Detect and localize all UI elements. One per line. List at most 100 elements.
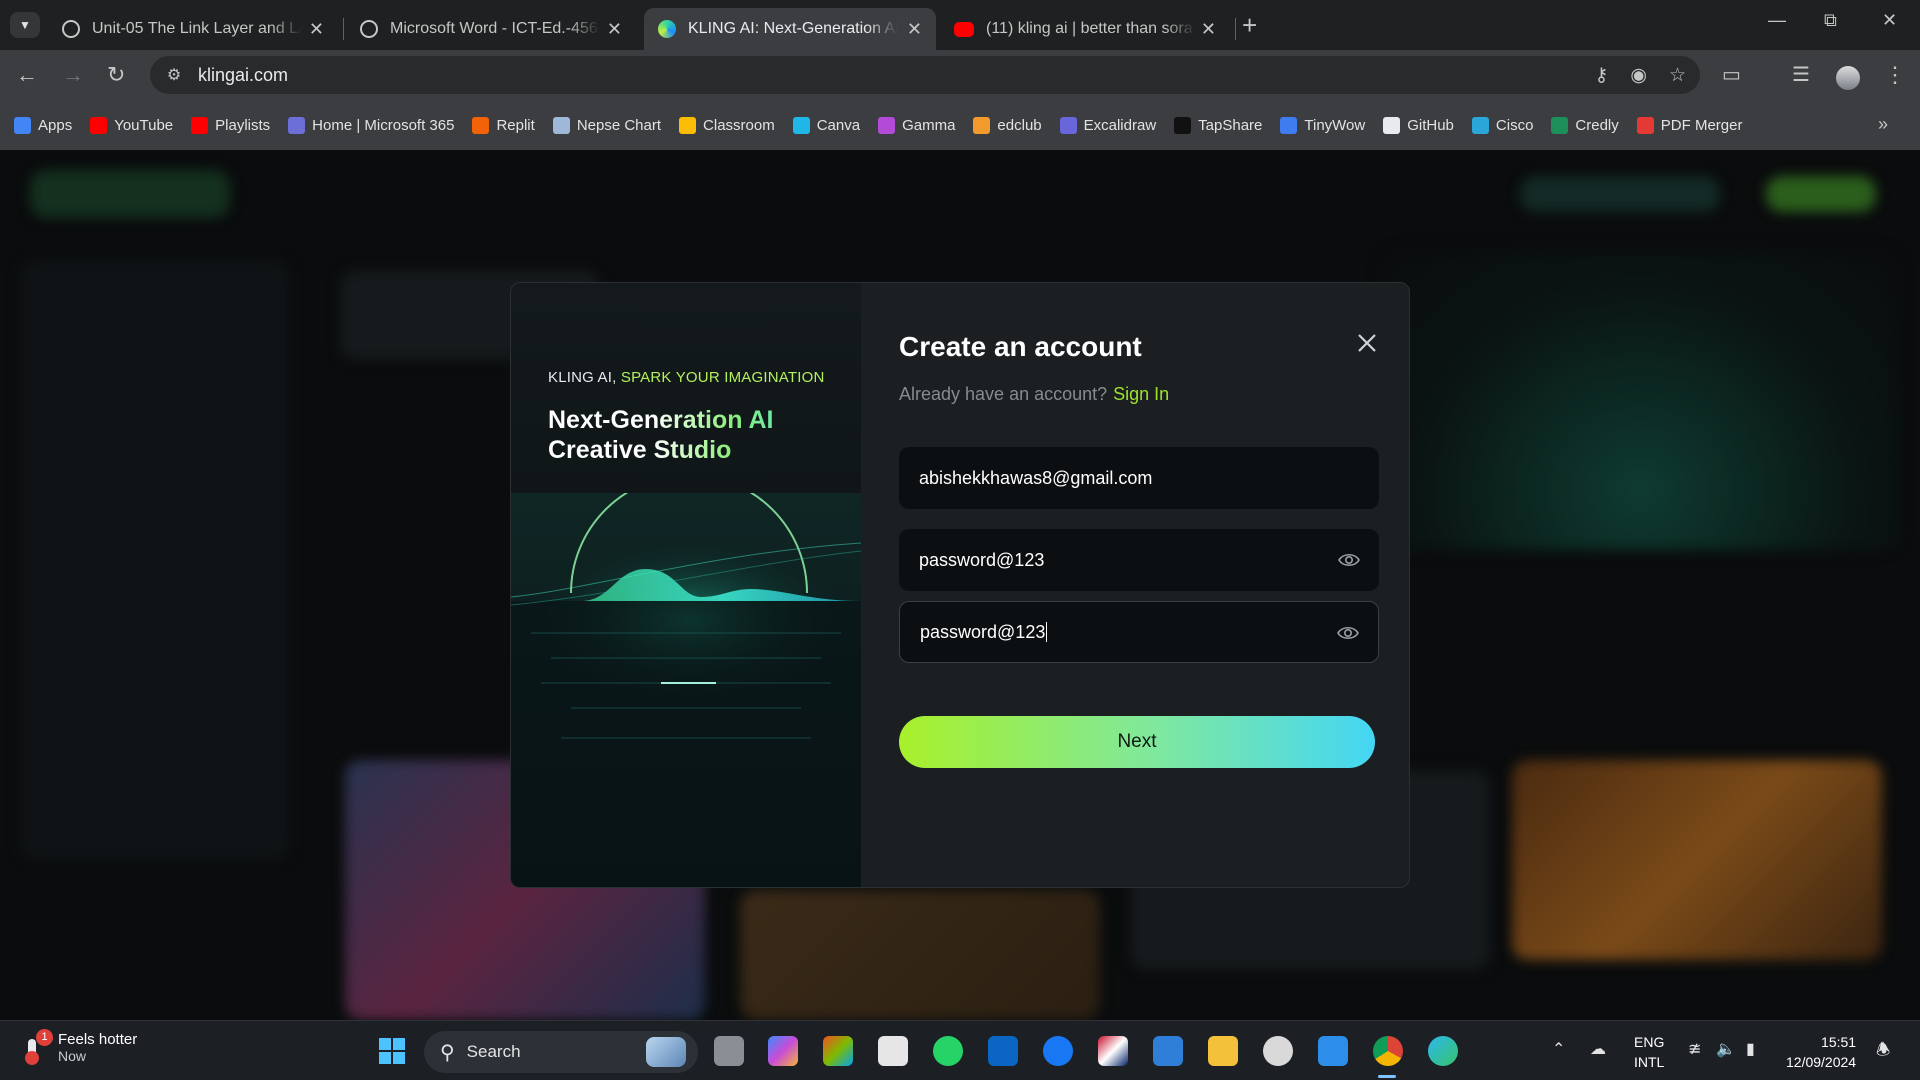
chevron-up-icon[interactable]: ⌃	[1552, 1039, 1565, 1059]
bookmark-label: TapShare	[1198, 116, 1263, 134]
bookmark-item[interactable]: TinyWow	[1280, 116, 1365, 134]
tab-youtube[interactable]: (11) kling ai | better than sora & ✕	[940, 8, 1230, 50]
back-arrow-icon[interactable]: ←	[16, 62, 38, 88]
close-window-icon[interactable]: ✕	[1882, 10, 1897, 31]
microsoft-store-icon[interactable]	[823, 1036, 853, 1066]
taskbar-search[interactable]: ⚲ Search	[424, 1031, 698, 1073]
kling-icon	[658, 20, 676, 38]
close-tab-icon[interactable]: ✕	[607, 19, 622, 40]
whatsapp-icon[interactable]	[933, 1036, 963, 1066]
bookmark-favicon-icon	[878, 116, 896, 134]
tab-search-button[interactable]: ▼	[10, 12, 40, 38]
more-bookmarks-icon[interactable]: »	[1878, 114, 1888, 135]
bookmark-item[interactable]: YouTube	[90, 116, 174, 134]
notification-bell-icon[interactable]: 🕭	[1876, 1039, 1890, 1066]
bookmark-label: Credly	[1575, 116, 1619, 134]
bookmark-favicon-icon	[552, 116, 570, 134]
more-menu-icon[interactable]: ⋮	[1884, 62, 1906, 88]
facebook-icon[interactable]	[1043, 1036, 1073, 1066]
wifi-icon[interactable]: ≇	[1688, 1039, 1701, 1059]
browser-toolbar: ← → ↻ ⚙ klingai.com ⚷ ◉ ☆ ▭ ☰ ⋮	[0, 50, 1920, 100]
bookmark-item[interactable]: Credly	[1551, 116, 1619, 134]
close-tab-icon[interactable]: ✕	[1201, 19, 1216, 40]
close-icon[interactable]	[1351, 327, 1383, 359]
bg-logo	[30, 170, 230, 218]
lang-top: ENG	[1634, 1034, 1665, 1050]
bookmark-item[interactable]: Excalidraw	[1059, 116, 1156, 134]
weather-title: Feels hotter	[58, 1031, 138, 1048]
bookmark-item[interactable]: Home | Microsoft 365	[288, 116, 454, 134]
bookmark-item[interactable]: PDF Merger	[1636, 116, 1742, 134]
bookmark-label: YouTube	[114, 116, 174, 134]
star-icon[interactable]: ☆	[1669, 64, 1686, 87]
bookmark-favicon-icon	[1471, 116, 1489, 134]
password-value: password@123	[919, 549, 1045, 570]
email-field[interactable]: abishekkhawas8@gmail.com	[899, 447, 1379, 509]
forward-arrow-icon[interactable]: →	[62, 62, 84, 88]
bookmark-item[interactable]: GitHub	[1383, 116, 1454, 134]
url-text[interactable]: klingai.com	[198, 65, 288, 86]
copilot-icon[interactable]	[768, 1036, 798, 1066]
bg-nav	[1520, 176, 1720, 212]
bookmark-item[interactable]: Gamma	[878, 116, 955, 134]
chatgpt-icon[interactable]	[1263, 1036, 1293, 1066]
thermometer-icon: 1	[22, 1028, 53, 1065]
bg-card-4	[1512, 760, 1882, 960]
bookmark-item[interactable]: Replit	[472, 116, 535, 134]
new-tab-button[interactable]: +	[1242, 10, 1257, 41]
bookmark-item[interactable]: Nepse Chart	[552, 116, 661, 134]
close-tab-icon[interactable]: ✕	[309, 19, 324, 40]
search-label: Search	[466, 1042, 521, 1061]
next-button[interactable]: Next	[899, 716, 1375, 768]
signin-prompt-row: Already have an account? Sign In	[899, 384, 1169, 405]
bookmark-item[interactable]: Playlists	[191, 116, 270, 134]
bookmark-item[interactable]: TapShare	[1174, 116, 1263, 134]
bookmark-item[interactable]: Apps	[14, 116, 72, 134]
restore-icon[interactable]: ⧉	[1824, 10, 1837, 31]
extensions-puzzle-icon[interactable]: ▭	[1722, 62, 1741, 87]
bg-hero	[1380, 250, 1900, 550]
edge-icon[interactable]	[1428, 1036, 1458, 1066]
tab-strip: ▼ Unit-05 The Link Layer and LAN ✕ Micro…	[0, 0, 1920, 50]
eye-icon[interactable]	[1337, 549, 1361, 571]
media-controls-icon[interactable]: ☰	[1792, 62, 1810, 87]
weather-widget[interactable]: 1 Feels hotter Now	[22, 1028, 138, 1065]
linkedin-icon[interactable]	[988, 1036, 1018, 1066]
notepad-icon[interactable]	[1153, 1036, 1183, 1066]
site-settings-icon[interactable]: ⚙	[156, 65, 192, 85]
eye-icon[interactable]	[1336, 622, 1360, 644]
bg-signin	[1766, 176, 1876, 212]
chrome-icon[interactable]	[1373, 1036, 1403, 1066]
bookmark-item[interactable]: Classroom	[679, 116, 775, 134]
tab-unit05[interactable]: Unit-05 The Link Layer and LAN ✕	[48, 8, 338, 50]
signin-link[interactable]: Sign In	[1113, 384, 1169, 404]
onedrive-cloud-icon[interactable]: ☁	[1590, 1039, 1606, 1059]
vscode-icon[interactable]	[1318, 1036, 1348, 1066]
minimize-icon[interactable]: —	[1768, 10, 1786, 31]
bookmark-favicon-icon	[679, 116, 697, 134]
battery-icon[interactable]: ▮	[1746, 1039, 1755, 1059]
profile-avatar[interactable]	[1836, 66, 1860, 90]
system-clock[interactable]: 15:51 12/09/2024	[1786, 1032, 1856, 1072]
eye-slash-icon[interactable]: ◉	[1630, 64, 1647, 87]
bookmark-item[interactable]: Canva	[792, 116, 860, 134]
tagline-prefix: KLING AI,	[548, 369, 621, 386]
password-field[interactable]: password@123	[899, 529, 1379, 591]
search-highlight-icon	[646, 1037, 686, 1067]
address-bar[interactable]: ⚙ klingai.com ⚷ ◉ ☆	[150, 56, 1700, 94]
close-tab-icon[interactable]: ✕	[907, 19, 922, 40]
file-explorer-icon[interactable]	[1208, 1036, 1238, 1066]
snipping-tool-icon[interactable]	[878, 1036, 908, 1066]
language-app-icon[interactable]	[1098, 1036, 1128, 1066]
bookmark-item[interactable]: Cisco	[1471, 116, 1533, 134]
key-icon[interactable]: ⚷	[1594, 64, 1608, 87]
windows-start-icon[interactable]	[377, 1036, 407, 1066]
bookmark-item[interactable]: edclub	[973, 116, 1042, 134]
tab-word[interactable]: Microsoft Word - ICT-Ed.-456-D ✕	[346, 8, 636, 50]
volume-icon[interactable]: 🔈	[1716, 1039, 1736, 1059]
tab-kling-active[interactable]: KLING AI: Next-Generation AI C ✕	[644, 8, 936, 50]
language-indicator[interactable]: ENG INTL	[1634, 1032, 1664, 1072]
confirm-password-field[interactable]: password@123	[899, 601, 1379, 663]
reload-icon[interactable]: ↻	[107, 62, 125, 88]
task-view-icon[interactable]	[714, 1036, 744, 1066]
